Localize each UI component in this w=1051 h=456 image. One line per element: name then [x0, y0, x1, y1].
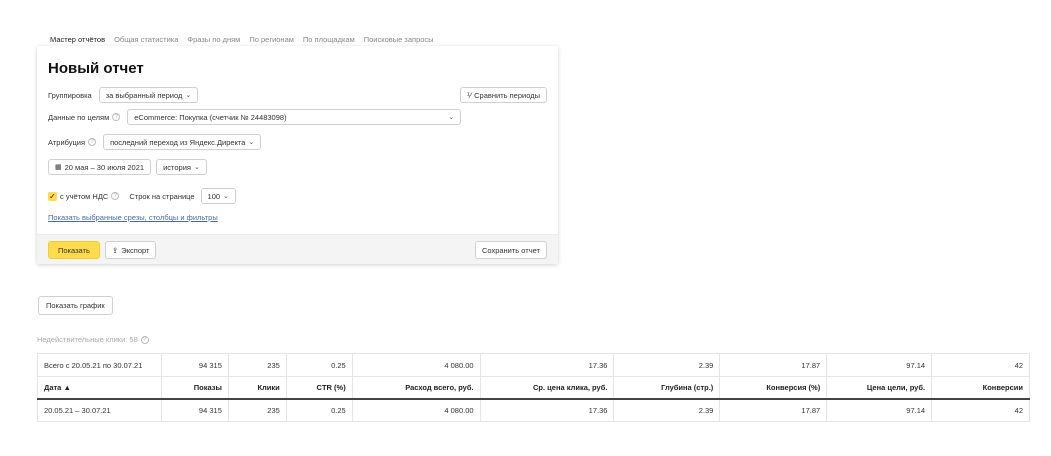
- show-filters-link[interactable]: Показать выбранные срезы, столбцы и филь…: [48, 213, 218, 222]
- invalid-clicks: Недействительные клики: 58 ?: [37, 335, 149, 344]
- history-select[interactable]: история ⌄: [156, 159, 207, 175]
- chevron-down-icon: ⌄: [185, 92, 192, 99]
- chevron-down-icon: ⌄: [248, 139, 255, 146]
- help-icon[interactable]: ?: [88, 138, 97, 146]
- table-cell: 97.14: [826, 398, 933, 422]
- vat-row: ✓ с учётом НДС ? Строк на странице 100 ⌄: [48, 188, 236, 204]
- goals-row: Данные по целям ? eCommerce: Покупка (сч…: [48, 109, 462, 125]
- column-header-spend[interactable]: Расход всего, руб.: [351, 376, 481, 400]
- table-cell: 4 080.00: [351, 398, 481, 422]
- column-header-conversions[interactable]: Конверсии: [931, 376, 1030, 400]
- panel-footer: Показать ⇪ Экспорт Сохранить отчет: [37, 234, 558, 264]
- date-row: ▦ 20 мая – 30 июля 2021 история ⌄: [48, 159, 207, 175]
- history-value: история: [163, 162, 191, 172]
- save-report-button[interactable]: Сохранить отчет: [474, 241, 547, 259]
- goals-value: eCommerce: Покупка (счетчик № 24483098): [134, 112, 287, 122]
- column-header-clicks[interactable]: Клики: [227, 376, 287, 400]
- attribution-label: Атрибуция: [48, 137, 86, 147]
- table-cell: 42: [931, 353, 1030, 377]
- export-button[interactable]: ⇪ Экспорт: [105, 241, 157, 259]
- table-cell: 0.25: [285, 398, 353, 422]
- table-cell: 94 315: [160, 398, 229, 422]
- table-total-row: Всего с 20.05.21 по 30.07.21 94 315 235 …: [37, 353, 1030, 377]
- grouping-value: за выбранный период: [105, 90, 183, 100]
- table-cell: 42: [931, 398, 1030, 422]
- compare-periods-label: Сравнить периоды: [474, 90, 540, 100]
- help-icon[interactable]: ?: [112, 113, 121, 121]
- goals-label: Данные по целям: [48, 112, 110, 122]
- report-panel: Новый отчет Группировка за выбранный пер…: [37, 46, 558, 264]
- chevron-down-icon: ⌄: [223, 193, 229, 200]
- column-header-date[interactable]: Дата ▲: [37, 376, 162, 400]
- table-cell: 94 315: [160, 353, 229, 377]
- table-cell: 97.14: [826, 353, 933, 377]
- date-range-picker[interactable]: ▦ 20 мая – 30 июля 2021: [48, 159, 152, 175]
- table-cell: 20.05.21 – 30.07.21: [37, 398, 162, 422]
- table-cell: 2.39: [613, 398, 721, 422]
- attribution-value: последний переход из Яндекс.Директа: [110, 137, 246, 147]
- column-header-cost-per-goal[interactable]: Цена цели, руб.: [826, 376, 933, 400]
- column-header-ctr[interactable]: CTR (%): [285, 376, 353, 400]
- attribution-select[interactable]: последний переход из Яндекс.Директа ⌄: [103, 134, 262, 150]
- table-cell: 17.87: [719, 353, 828, 377]
- column-header-depth[interactable]: Глубина (стр.): [613, 376, 721, 400]
- export-label: Экспорт: [121, 245, 150, 255]
- stats-table: Всего с 20.05.21 по 30.07.21 94 315 235 …: [37, 353, 1030, 422]
- grouping-row: Группировка за выбранный период ⌄: [48, 87, 199, 103]
- compare-periods-button[interactable]: ⅟ Сравнить периоды: [459, 87, 547, 103]
- rows-per-page-value: 100: [207, 191, 221, 201]
- help-icon[interactable]: ?: [140, 335, 149, 344]
- rows-per-page-label: Строк на странице: [129, 191, 195, 201]
- attribution-row: Атрибуция ? последний переход из Яндекс.…: [48, 134, 262, 150]
- table-cell: 0.25: [285, 353, 353, 377]
- table-cell: 235: [227, 353, 287, 377]
- show-button[interactable]: Показать: [48, 241, 100, 259]
- show-chart-button[interactable]: Показать график: [38, 296, 113, 315]
- table-cell: 2.39: [613, 353, 721, 377]
- table-cell: 17.36: [479, 398, 615, 422]
- table-cell: 17.36: [479, 353, 615, 377]
- column-header-impressions[interactable]: Показы: [160, 376, 229, 400]
- filters-link-row: Показать выбранные срезы, столбцы и филь…: [48, 213, 218, 222]
- table-row: 20.05.21 – 30.07.21 94 315 235 0.25 4 08…: [37, 398, 1030, 422]
- rows-per-page-select[interactable]: 100 ⌄: [200, 188, 236, 204]
- export-icon: ⇪: [112, 245, 119, 255]
- calendar-icon: ▦: [55, 164, 62, 171]
- table-cell: 17.87: [719, 398, 828, 422]
- table-cell: Всего с 20.05.21 по 30.07.21: [37, 353, 162, 377]
- chevron-down-icon: ⌄: [448, 114, 455, 121]
- column-header-avg-cpc[interactable]: Ср. цена клика, руб.: [479, 376, 615, 400]
- vat-checkbox[interactable]: ✓: [48, 191, 57, 201]
- table-cell: 235: [227, 398, 287, 422]
- invalid-clicks-text: Недействительные клики: 58: [37, 335, 138, 344]
- page-title: Новый отчет: [48, 60, 144, 77]
- help-icon[interactable]: ?: [111, 192, 120, 200]
- table-header-row: Дата ▲ Показы Клики CTR (%) Расход всего…: [37, 376, 1030, 400]
- chevron-down-icon: ⌄: [193, 164, 200, 171]
- date-range-value: 20 мая – 30 июля 2021: [64, 162, 145, 172]
- goals-select[interactable]: eCommerce: Покупка (счетчик № 24483098) …: [127, 109, 462, 125]
- compare-icon: ⅟: [466, 90, 472, 100]
- table-cell: 4 080.00: [351, 353, 481, 377]
- grouping-select[interactable]: за выбранный период ⌄: [98, 87, 199, 103]
- grouping-label: Группировка: [48, 90, 92, 100]
- vat-label: с учётом НДС: [60, 191, 109, 201]
- column-header-conversion-rate[interactable]: Конверсия (%): [719, 376, 828, 400]
